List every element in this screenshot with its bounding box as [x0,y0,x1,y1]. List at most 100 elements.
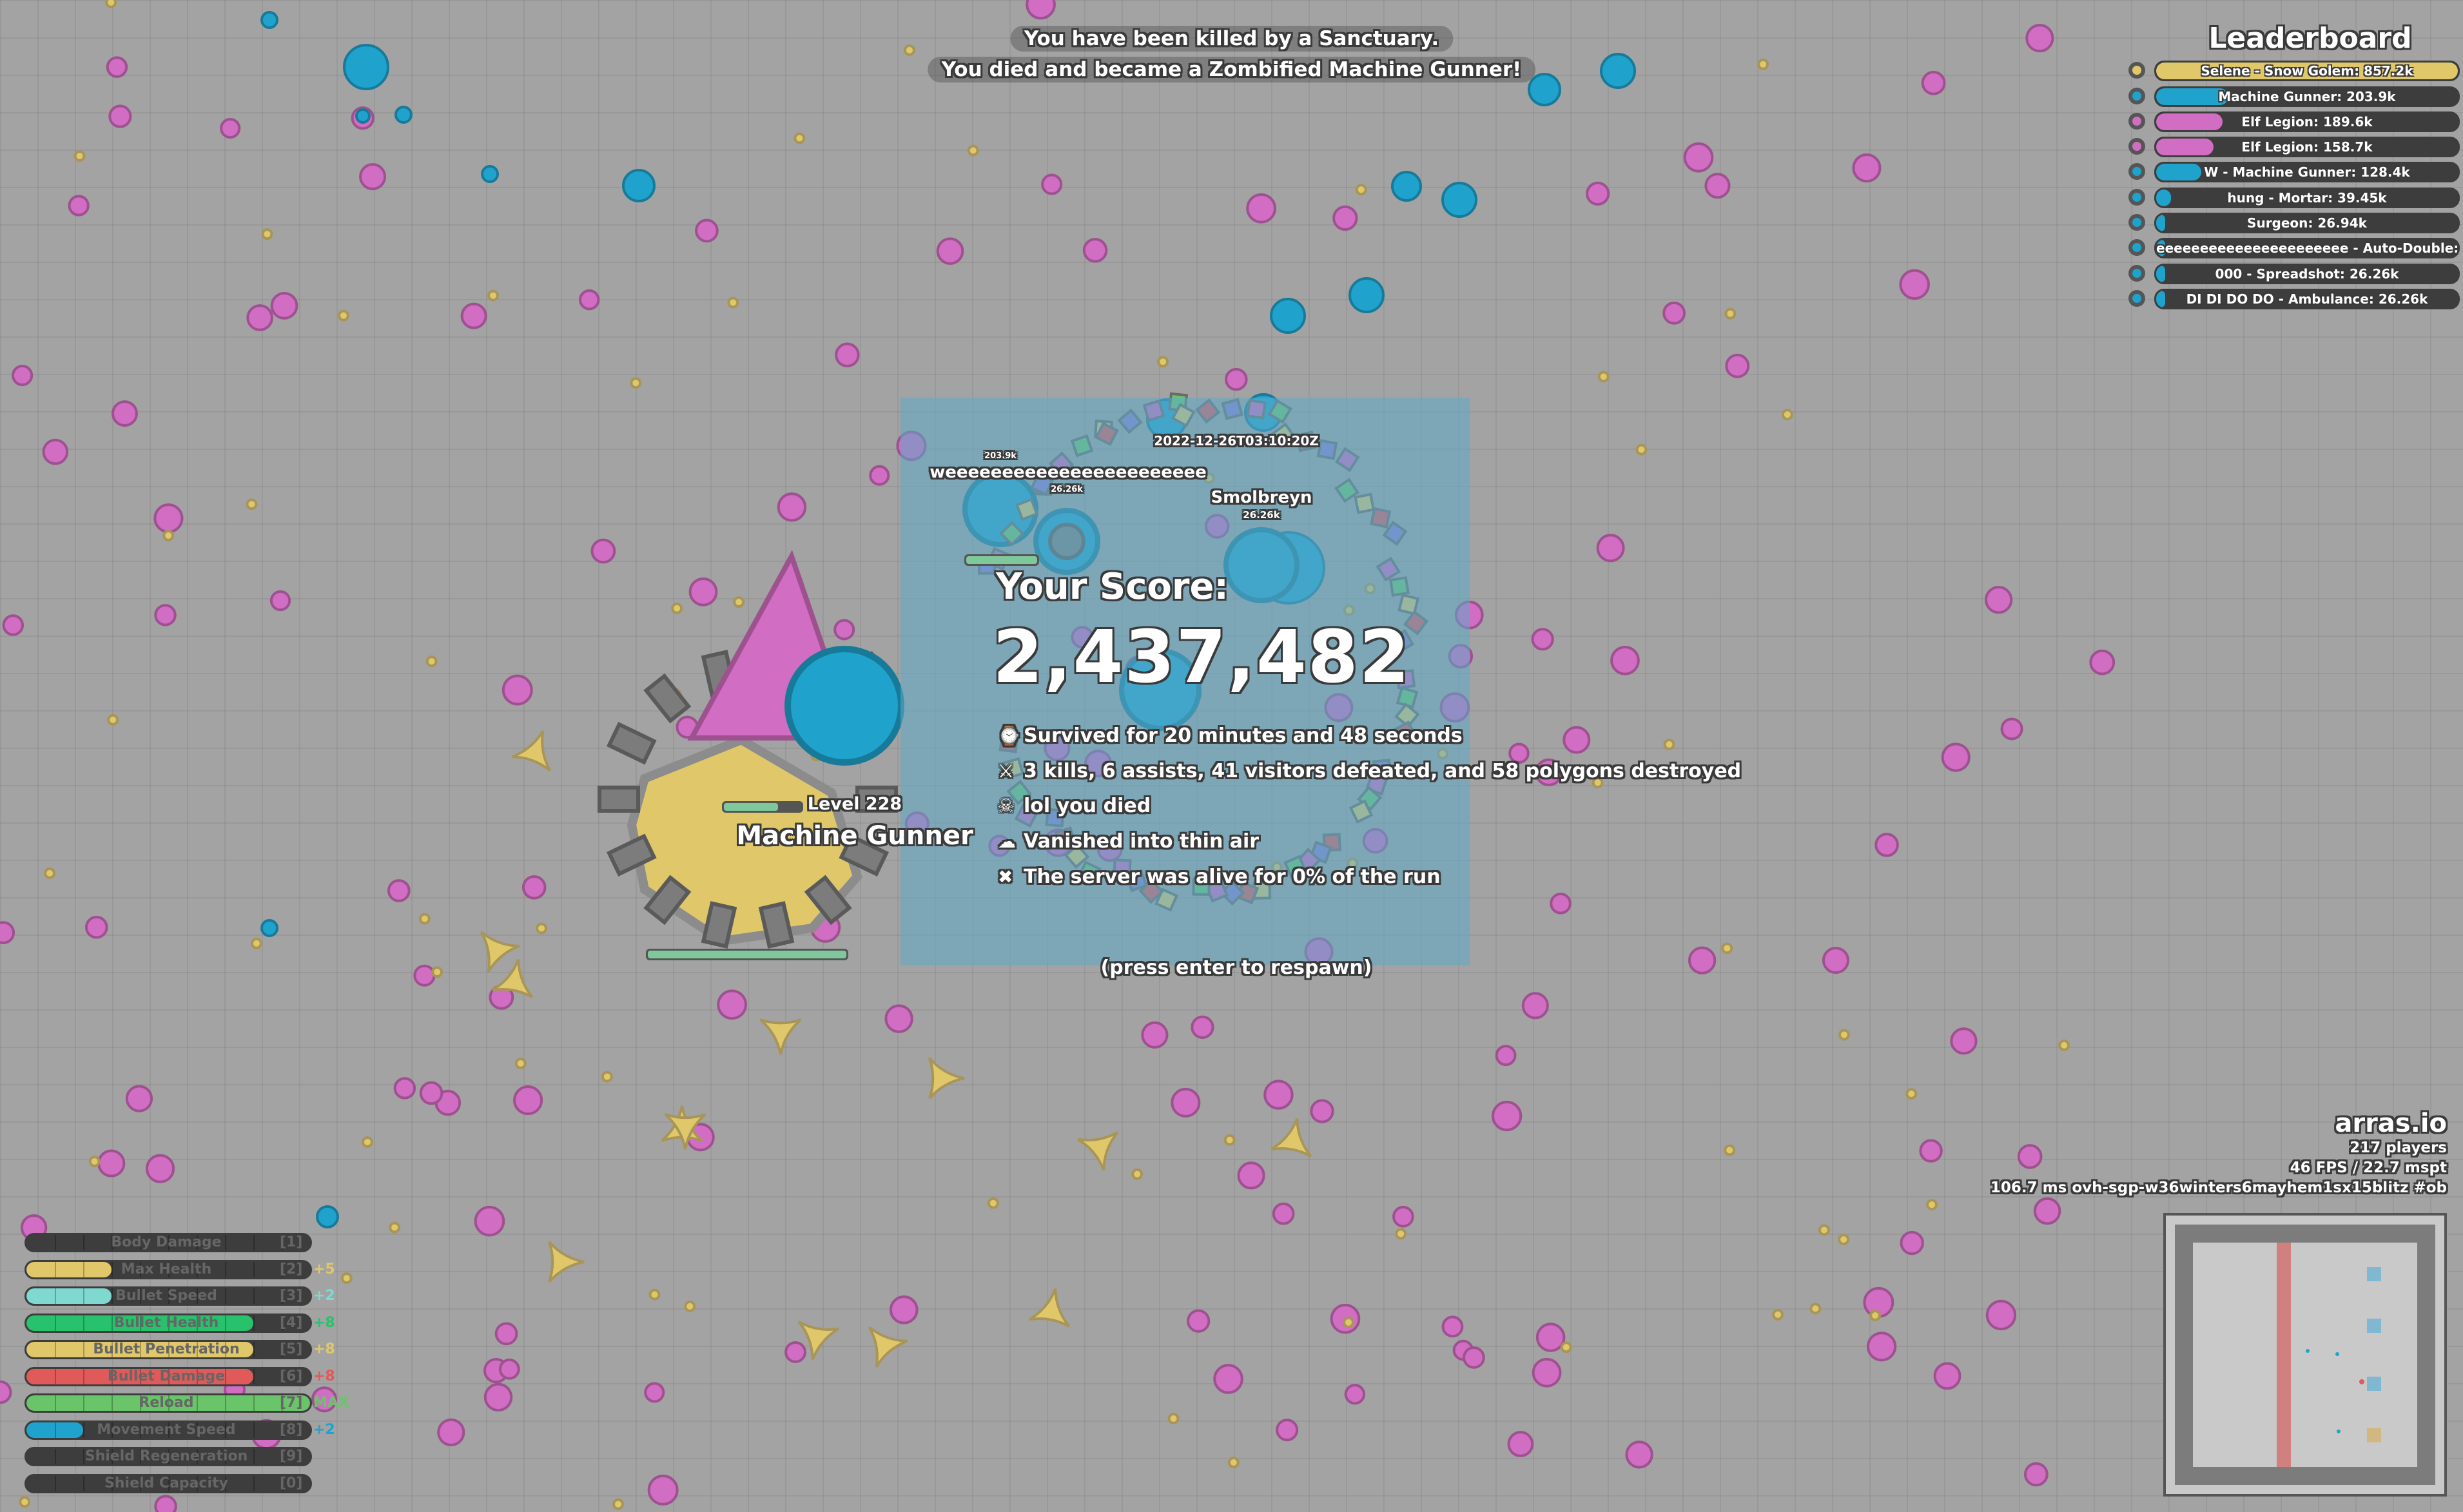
enemy-health-bar [964,554,1039,566]
leaderboard-entry: Machine Gunner: 203.9k [2127,86,2462,107]
player-count: 217 players [2350,1139,2447,1156]
polygon-shape [1507,1431,1534,1457]
polygon-shape [684,1300,696,1312]
polygon-shape [1635,443,1648,456]
skill-label: Body Damage [111,1234,222,1250]
star-shape [759,1018,802,1055]
score-bar: Machine Gunner: 203.9k [2154,86,2460,107]
polygon-shape [84,915,108,939]
polygon-shape [1310,1099,1334,1123]
polygon-shape [1933,1362,1962,1390]
polygon-shape [494,1322,518,1346]
polygon-shape [1521,992,1549,1020]
polygon-shape [671,602,683,614]
skill-label: Bullet Health [113,1314,219,1331]
polygon-shape [1899,269,1930,300]
skill-bonus: +8 [313,1314,335,1331]
player-name-smolbreyn: Smolbreyn [1211,488,1312,507]
skill-bonus: +2 [313,1288,335,1304]
score-bar: Elf Legion: 158.7k [2154,137,2460,158]
leaderboard-entry-label: 000 - Spreadshot: 26.26k [2215,266,2399,282]
leaderboard-entry-label: Machine Gunner: 203.9k [2218,88,2396,104]
skill-bonus: +8 [313,1341,335,1357]
score-label: Your Score: [996,566,1229,608]
skill-key: [9] [280,1448,303,1464]
polygon-shape [1343,1316,1355,1328]
polygon-shape [1441,182,1477,218]
tank-barrel [606,721,657,765]
polygon-shape [97,1149,126,1178]
skill-bonus: +5 [313,1261,335,1277]
polygon-shape [387,879,411,902]
polygon-shape [162,529,175,541]
leaderboard-entry: 000 - Spreadshot: 26.26k [2127,263,2462,284]
player-health-bar [646,949,848,960]
polygon-shape [481,165,499,183]
polygon-shape [869,465,890,486]
polygon-shape [246,498,258,510]
polygon-shape [1270,298,1306,334]
polygon-shape [1704,173,1731,199]
polygon-shape [1984,586,2013,614]
polygon-shape [695,218,719,243]
polygon-shape [578,289,600,311]
polygon-shape [513,1085,543,1116]
skill-key: [8] [280,1421,303,1438]
polygon-shape [1600,53,1636,89]
zombie-message: You died and became a Zombified Machine … [927,57,1536,82]
polygon-shape [601,1071,613,1083]
polygon-shape [1866,1332,1897,1362]
polygon-shape [437,1418,465,1447]
polygon-shape [418,913,431,925]
leaderboard-entry-label: Elf Legion: 158.7k [2241,139,2373,155]
clock-icon: ⌚ [998,725,1020,746]
polygon-shape [501,674,533,706]
score-bar: W - Machine Gunner: 128.4k [2154,162,2460,183]
polygon-shape [1625,1440,1653,1469]
skill-label: Movement Speed [97,1421,236,1438]
polygon-shape [1550,893,1572,915]
polygon-shape [1721,942,1733,955]
leaderboard-entry: Elf Legion: 189.6k [2127,111,2462,132]
polygon-shape [833,619,855,641]
skill-bonus: MAX [313,1395,349,1411]
kills-icon: ⚔ [998,761,1015,782]
polygon-shape [1869,1310,1882,1322]
skill-label: Reload [139,1395,194,1411]
polygon-shape [884,1004,913,1033]
polygon-shape [2033,1197,2061,1225]
polygon-shape [431,966,443,978]
polygon-shape [261,228,273,240]
polygon-shape [107,713,119,726]
star-shape [511,730,552,772]
polygon-shape [622,169,656,202]
game-logo: arras.io [2335,1109,2447,1138]
polygon-shape [270,292,298,320]
polygon-shape [1985,1299,2017,1331]
skill-key: [5] [280,1341,303,1357]
timestamp: 2022-12-26T03:10:20Z [1154,433,1319,449]
polygon-shape [2023,1462,2049,1487]
player-tank-name: Machine Gunner [736,821,973,851]
skill-bonus: +2 [313,1421,335,1438]
leaderboard-entry: hung - Mortar: 39.45k [2127,187,2462,208]
polygon-shape [1246,193,1276,224]
polygon-shape [0,921,15,944]
tank-icon [2128,62,2145,79]
polygon-shape [44,867,56,879]
skill-bonus: +8 [313,1368,335,1384]
tank-icon [2128,214,2145,231]
tank-icon [2128,289,2145,307]
tank-icon [2128,188,2145,206]
polygon-shape [1950,1027,1978,1055]
star-shape [1028,1288,1071,1328]
leaderboard-entry: Surgeon: 26.94k [2127,213,2462,234]
polygon-shape [1391,171,1422,202]
stat-server-alive: ✖ The server was alive for 0% of the run [998,866,1441,888]
polygon-shape [1562,726,1591,754]
leaderboard-list: Selene - Snow Golem: 857.2k Machine Gunne… [2127,61,2462,309]
polygon-shape [1441,1315,1464,1338]
leaderboard-entry: DI DI DO DO - Ambulance: 26.26k [2127,288,2462,309]
stat-died: ☠ lol you died [998,795,1151,817]
leaderboard-entry-label: Selene - Snow Golem: 857.2k [2201,63,2413,79]
